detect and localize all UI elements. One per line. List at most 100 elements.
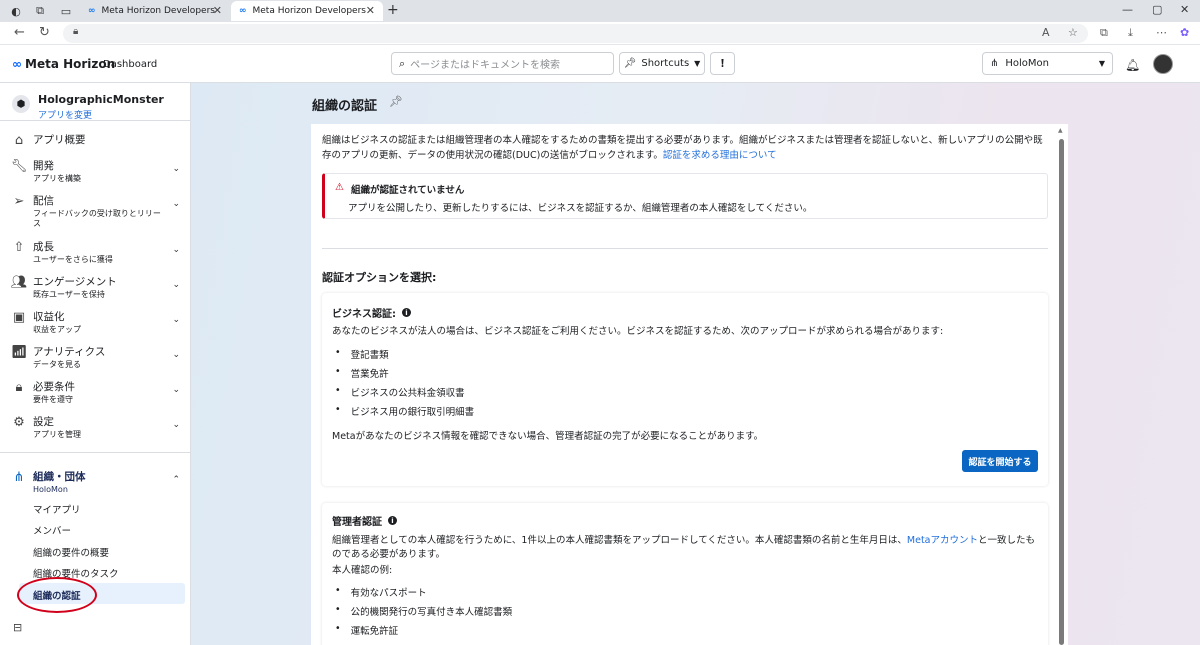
sidebar-item-monetize[interactable]: ▣ 収益化 収益をアップ ⌄ <box>10 309 180 335</box>
downloads-icon[interactable]: ⤓ <box>1128 26 1133 40</box>
address-bar: ← ↻ 🔒︎ A ☆ ⧉ ⤓ ⋯ ✿ <box>0 22 1200 45</box>
browser-tab-1[interactable]: ∞ Meta Horizon Developers ✕ <box>80 1 230 21</box>
list-item: • 運転免許証 <box>335 623 399 637</box>
close-tab-icon[interactable]: ✕ <box>366 4 375 17</box>
tab-actions-icon[interactable]: ▭ <box>58 3 74 19</box>
read-aloud-icon[interactable]: A <box>1042 26 1050 39</box>
sidebar-item-label: アナリティクス <box>33 346 106 358</box>
doc-label: ビジネスの公共料金領収書 <box>350 388 465 399</box>
copilot-icon[interactable]: ✿ <box>1180 26 1189 39</box>
close-tab-icon[interactable]: ✕ <box>213 4 222 17</box>
chevron-down-icon: ⌄ <box>172 350 180 360</box>
sidebar-item-sub: 収益をアップ <box>33 325 81 334</box>
pin-icon: 📌︎ <box>623 58 637 69</box>
sidebar-item-label: 配信 <box>33 195 54 207</box>
doc-label: 公的機関発行の写真付き本人確認書類 <box>350 607 513 618</box>
intro-text: 組織はビジネスの認証または組織管理者の本人確認をするための書類を提出する必要があ… <box>322 133 1050 163</box>
tab-title: Meta Horizon Developers <box>101 6 215 16</box>
start-verification-button[interactable]: 認証を開始する <box>962 450 1038 472</box>
workspaces-icon[interactable]: ⧉ <box>32 3 48 19</box>
favorite-star-icon[interactable]: ☆ <box>1068 26 1078 39</box>
refresh-icon[interactable]: ↻ <box>39 25 50 40</box>
collections-icon[interactable]: ⧉ <box>1100 26 1108 40</box>
options-heading: 認証オプションを選択: <box>322 271 437 284</box>
business-note: Metaがあなたのビジネス情報を確認できない場合、管理者認証の完了が必要になるこ… <box>332 431 764 442</box>
back-icon[interactable]: ← <box>14 25 25 40</box>
search-input[interactable]: ⌕ ページまたはドキュメントを検索 <box>391 52 614 75</box>
sidebar-item-label: 必要条件 <box>33 381 75 393</box>
scroll-up-icon[interactable]: ▲ <box>1058 127 1063 134</box>
admin-examples-label: 本人確認の例: <box>332 565 393 576</box>
app-identity[interactable]: ⬢ HolographicMonster アプリを変更 <box>12 93 164 121</box>
sidebar-item-overview[interactable]: ⌂ アプリ概要 <box>10 132 180 148</box>
warning-body: アプリを公開したり、更新したりするには、ビジネスを認証するか、組織管理者の本人確… <box>348 203 813 214</box>
sidebar-item-label: 開発 <box>33 160 54 172</box>
collapse-sidebar-icon[interactable]: ⊟ <box>13 621 22 634</box>
chevron-up-icon: ⌃ <box>172 475 180 485</box>
admin-verification-card: 管理者認証 i 組織管理者としての本人確認を行うために、1件以上の本人確認書類を… <box>322 503 1048 645</box>
doc-label: 営業免許 <box>350 369 389 380</box>
sidebar-item-growth[interactable]: ⇧ 成長 ユーザーをさらに獲得 ⌄ <box>10 239 180 265</box>
sidebar-item-label: 組織・団体 <box>33 471 86 483</box>
sidebar-item-distribute[interactable]: ➢ 配信 フィードバックの受け取りとリリース ⌄ <box>10 193 180 229</box>
meta-horizon-logo[interactable]: ∞ Meta Horizon <box>12 57 115 71</box>
browser-tab-2[interactable]: ∞ Meta Horizon Developers ✕ <box>231 1 383 21</box>
dashboard-link[interactable]: Dashboard <box>103 59 157 70</box>
admin-title: 管理者認証 <box>332 517 382 528</box>
sidebar-item-analytics[interactable]: 📶︎ アナリティクス データを見る ⌄ <box>10 344 180 370</box>
sidebar-divider <box>0 120 191 121</box>
org-selector[interactable]: ⋔ HoloMon ▼ <box>982 52 1113 75</box>
sidebar-item-sub: HoloMon <box>33 485 68 494</box>
sidebar-item-sub: アプリを管理 <box>33 430 81 439</box>
sidebar-item-develop[interactable]: 🔧︎ 開発 アプリを構築 ⌄ <box>10 158 180 184</box>
why-verification-link[interactable]: 認証を求める理由について <box>663 150 777 161</box>
chart-icon: 📶︎ <box>10 345 28 360</box>
warning-icon: ⚠ <box>335 182 344 193</box>
lock-icon: 🔒︎ <box>15 380 23 395</box>
extensions-icon[interactable]: ⋯ <box>1156 26 1167 39</box>
feedback-button[interactable]: ❗︎ <box>710 52 735 75</box>
notification-bell-icon[interactable]: 🔔︎ <box>1125 58 1140 72</box>
sidebar-subitem-my-apps[interactable]: マイアプリ <box>33 502 81 516</box>
app-cube-icon: ⬢ <box>12 95 30 113</box>
org-tree-icon: ⋔ <box>990 58 999 69</box>
scrollbar-thumb[interactable] <box>1059 139 1064 645</box>
meta-favicon-icon: ∞ <box>239 6 247 16</box>
scrollbar[interactable]: ▲ <box>1058 127 1065 645</box>
list-item: • ビジネス用の銀行取引明細書 <box>335 404 475 418</box>
search-icon: ⌕ <box>399 56 406 70</box>
sidebar-item-organization[interactable]: ⋔ 組織・団体 HoloMon ⌃ <box>10 469 180 495</box>
sidebar-subitem-members[interactable]: メンバー <box>33 523 71 537</box>
org-tree-icon: ⋔ <box>13 470 25 485</box>
money-icon: ▣ <box>12 310 26 325</box>
info-icon[interactable]: i <box>402 308 411 317</box>
close-window-button[interactable]: ✕ <box>1180 3 1189 16</box>
shortcuts-button[interactable]: 📌︎ Shortcuts ▼ <box>619 52 705 75</box>
wrench-icon: 🔧︎ <box>10 159 28 174</box>
maximize-button[interactable]: ▢ <box>1152 3 1162 16</box>
highlight-annotation-circle <box>17 577 97 613</box>
feedback-icon: ❗︎ <box>721 56 724 70</box>
avatar[interactable] <box>1153 54 1173 74</box>
sidebar-item-requirements[interactable]: 🔒︎ 必要条件 要件を遵守 ⌄ <box>10 379 180 405</box>
info-icon[interactable]: i <box>388 516 397 525</box>
page-title-text: 組織の認証 <box>312 99 378 114</box>
home-icon: ⌂ <box>14 133 24 148</box>
tab-title: Meta Horizon Developers <box>252 6 366 16</box>
list-item: • 有効なパスポート <box>335 585 427 599</box>
meta-account-link[interactable]: Metaアカウント <box>907 535 978 546</box>
url-input[interactable]: 🔒︎ <box>63 24 1088 43</box>
sidebar-item-label: 成長 <box>33 241 54 253</box>
sidebar-divider <box>0 452 191 453</box>
minimize-button[interactable]: — <box>1122 3 1133 16</box>
sidebar-item-sub: 要件を遵守 <box>33 395 73 404</box>
new-tab-button[interactable]: + <box>387 2 399 18</box>
warning-title: 組織が認証されていません <box>350 185 465 196</box>
pin-icon[interactable]: 📌︎ <box>389 95 403 114</box>
doc-label: 運転免許証 <box>350 626 399 637</box>
sidebar-subitem-org-requirements-overview[interactable]: 組織の要件の概要 <box>33 545 109 559</box>
sidebar-item-engagement[interactable]: 👥︎ エンゲージメント 既存ユーザーを保持 ⌄ <box>10 274 180 300</box>
warning-banner: ⚠ 組織が認証されていません アプリを公開したり、更新したりするには、ビジネスを… <box>322 173 1048 219</box>
profile-icon[interactable]: ◐ <box>8 3 24 19</box>
sidebar-item-settings[interactable]: ⚙ 設定 アプリを管理 ⌄ <box>10 414 180 440</box>
